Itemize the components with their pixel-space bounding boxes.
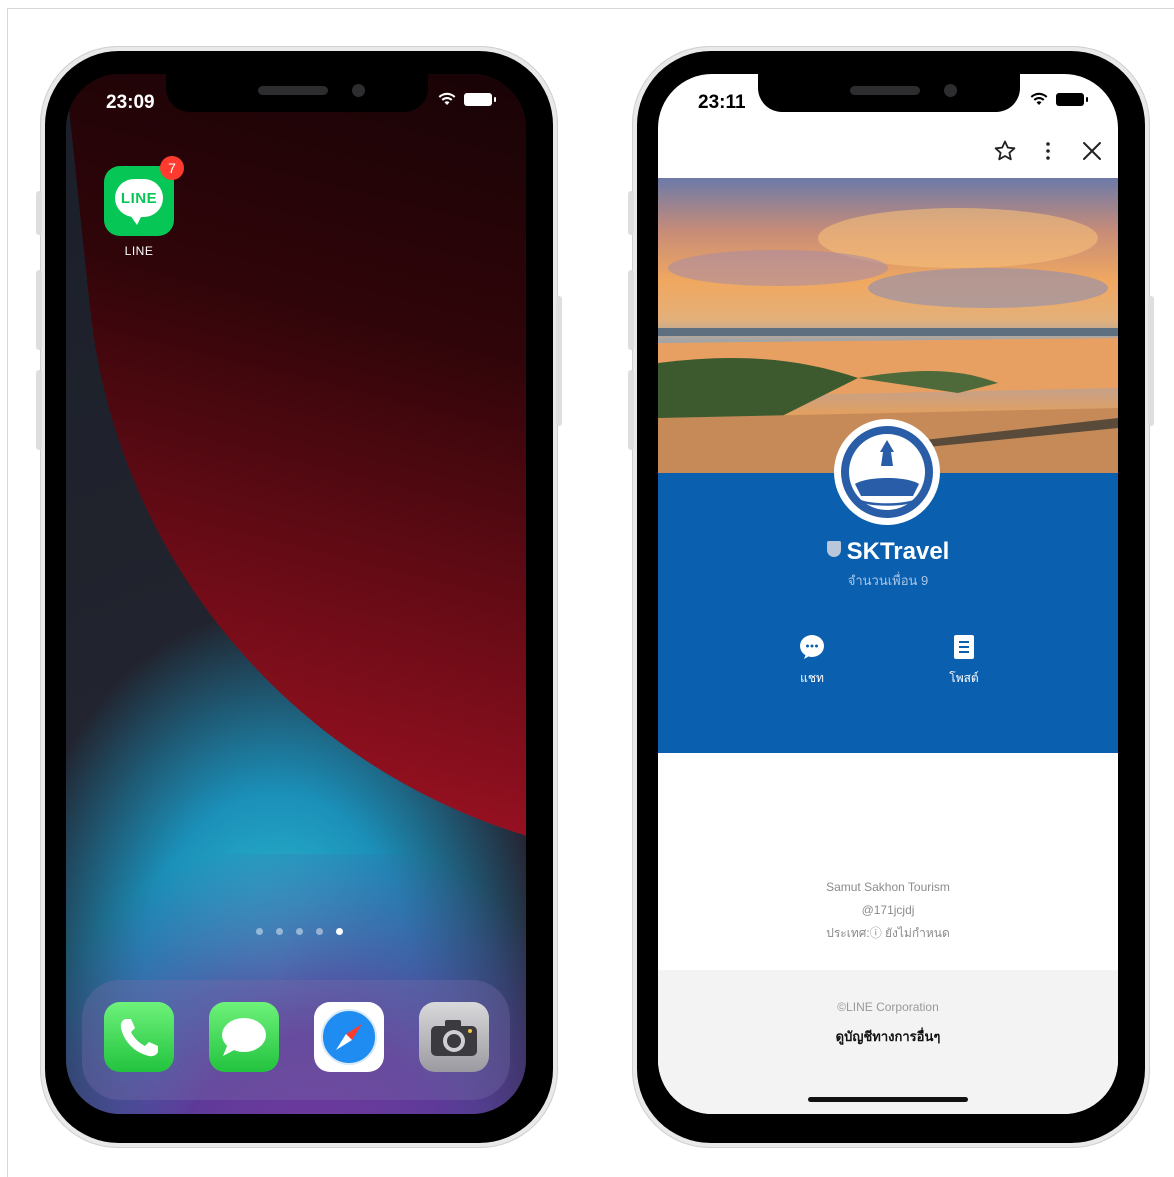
account-name: SKTravel [846, 538, 950, 565]
profile-avatar[interactable] [834, 419, 940, 525]
page-dot[interactable] [276, 928, 283, 935]
line-profile-screen: 23:11 SKTravel จำนวนเพื่อน 9 แชท โพสต์ S… [658, 74, 1118, 1114]
page-dot-active[interactable] [336, 928, 343, 935]
more-icon [1046, 142, 1050, 160]
battery-icon [1056, 92, 1088, 106]
line-logo: LINE [115, 179, 163, 225]
posts-label: โพสต์ [949, 671, 979, 685]
power-button [1148, 296, 1154, 426]
volume-up-button [36, 270, 42, 350]
phone-line-profile: 23:11 SKTravel จำนวนเพื่อน 9 แชท โพสต์ S… [628, 46, 1154, 1148]
page-indicator[interactable] [256, 928, 343, 935]
earpiece [258, 86, 328, 95]
battery-icon [464, 92, 496, 106]
country-info: ประเทศ:ⓘ ยังไม่กำหนด [826, 926, 950, 940]
posts-button[interactable]: โพสต์ [924, 634, 1004, 688]
wifi-icon [1030, 92, 1048, 105]
close-button[interactable] [1077, 136, 1107, 166]
phone-icon [120, 1019, 158, 1057]
earpiece [850, 86, 920, 95]
line-app-icon[interactable]: LINE 7 [104, 156, 184, 236]
page-dot[interactable] [256, 928, 263, 935]
page-footer: ©LINE Corporation ดูบัญชีทางการอื่นๆ [658, 970, 1118, 1114]
chat-label: แชท [800, 671, 824, 685]
account-info: Samut Sakhon Tourism @171jcjdj ประเทศ:ⓘ … [658, 876, 1118, 945]
silent-switch [628, 191, 634, 235]
status-icons [438, 92, 496, 106]
favorite-button[interactable] [990, 136, 1020, 166]
notch [758, 74, 1020, 112]
chat-icon [800, 635, 824, 659]
front-camera [352, 84, 365, 97]
app-label: LINE [124, 244, 154, 258]
dock [82, 980, 510, 1100]
safari-icon [321, 1009, 377, 1065]
wifi-icon [438, 92, 456, 105]
volume-down-button [628, 370, 634, 450]
status-icons [1030, 92, 1088, 106]
volume-down-button [36, 370, 42, 450]
messages-app-icon[interactable] [209, 1002, 279, 1072]
phone-app-icon[interactable] [104, 1002, 174, 1072]
line-app[interactable]: LINE 7 LINE [104, 156, 184, 258]
other-accounts-link[interactable]: ดูบัญชีทางการอื่นๆ [658, 1026, 1118, 1047]
silent-switch [36, 191, 42, 235]
friend-count: จำนวนเพื่อน 9 [847, 573, 929, 588]
page-dot[interactable] [296, 928, 303, 935]
verified-shield-icon [826, 541, 841, 557]
post-icon [954, 635, 974, 659]
more-button[interactable] [1033, 136, 1063, 166]
status-time: 23:09 [106, 92, 155, 113]
seal-emblem-icon [841, 426, 933, 518]
profile-name: SKTravel [658, 538, 1118, 566]
home-indicator[interactable] [808, 1097, 968, 1102]
messages-icon [222, 1018, 266, 1056]
organization-name: Samut Sakhon Tourism [826, 880, 950, 894]
star-icon [994, 140, 1016, 161]
notification-badge: 7 [160, 156, 184, 180]
notch [166, 74, 428, 112]
chat-button[interactable]: แชท [772, 634, 852, 688]
browser-toolbar [658, 126, 1118, 176]
safari-app-icon[interactable] [314, 1002, 384, 1072]
home-screen: 23:09 LINE 7 LINE [66, 74, 526, 1114]
line-id: @171jcjdj [861, 903, 915, 917]
phone-home-screen: 23:09 LINE 7 LINE [36, 46, 562, 1148]
camera-app-icon[interactable] [419, 1002, 489, 1072]
copyright-text: ©LINE Corporation [837, 1000, 939, 1014]
page-dot[interactable] [316, 928, 323, 935]
status-time: 23:11 [698, 92, 746, 113]
volume-up-button [628, 270, 634, 350]
close-icon [1083, 142, 1101, 160]
front-camera [944, 84, 957, 97]
power-button [556, 296, 562, 426]
camera-icon [431, 1020, 477, 1056]
